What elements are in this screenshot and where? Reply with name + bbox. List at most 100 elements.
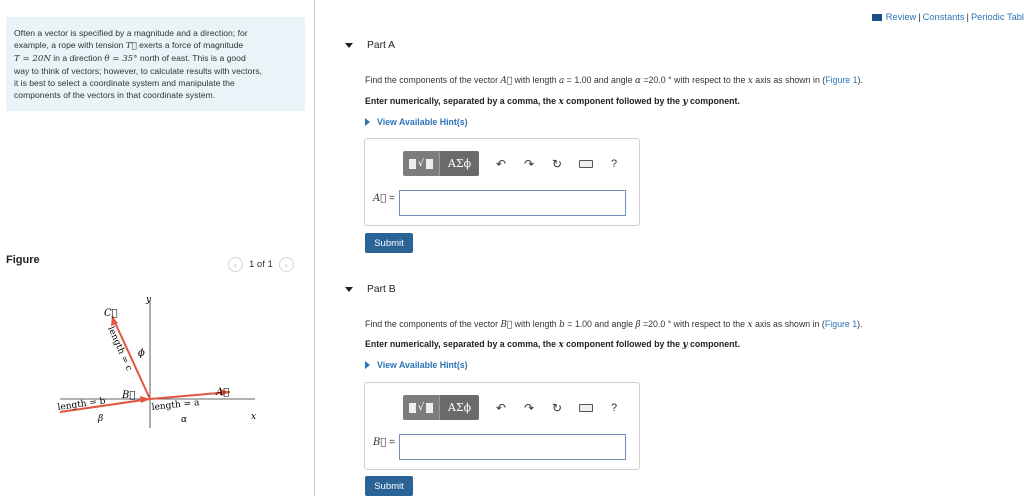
figure-title: Figure xyxy=(6,254,40,266)
intro-line: way to think of vectors; however, to cal… xyxy=(14,66,262,76)
part-a-submit-button[interactable]: Submit xyxy=(365,233,413,253)
vector-symbol: A⃗ xyxy=(500,76,513,86)
intro-text: Often a vector is specified by a magnitu… xyxy=(6,17,305,111)
help-icon[interactable]: ? xyxy=(611,158,617,170)
instruction-text: component followed by the xyxy=(563,339,683,349)
intro-text-span: exerts a force of magnitude xyxy=(136,40,244,50)
template-box xyxy=(408,402,416,413)
part-b-submit-button[interactable]: Submit xyxy=(365,476,413,496)
pager-text: 1 of 1 xyxy=(249,259,273,270)
chevron-down-icon[interactable] xyxy=(345,287,353,292)
instruction-text: Enter numerically, separated by a comma,… xyxy=(365,339,559,349)
book-icon xyxy=(871,14,882,22)
part-b-answer-box: √ ΑΣϕ ↶ ↷ ↻ ? B⃗ = xyxy=(364,382,640,470)
math-toolbar: √ ΑΣϕ ↶ ↷ ↻ ? xyxy=(403,151,617,176)
part-b-instructions: Enter numerically, separated by a comma,… xyxy=(365,339,740,350)
instruction-text: component followed by the xyxy=(563,96,683,106)
alpha-label: α xyxy=(181,415,187,425)
question-text: axis as shown in ( xyxy=(752,75,826,85)
math-toolbar: √ ΑΣϕ ↶ ↷ ↻ ? xyxy=(403,395,617,420)
question-text: ). xyxy=(857,319,863,329)
periodic-table-link[interactable]: Periodic Tabl xyxy=(971,12,1024,22)
length-a-label: length = a xyxy=(151,398,200,413)
x-axis-label: x xyxy=(251,412,256,422)
template-box xyxy=(426,402,434,413)
question-text: axis as shown in ( xyxy=(752,319,825,329)
chevron-right-icon[interactable]: › xyxy=(278,257,294,272)
question-text: Find the components of the vector xyxy=(365,319,501,329)
question-text: ). xyxy=(857,75,863,85)
toolbar-group: √ ΑΣϕ xyxy=(403,395,479,420)
chevron-down-icon[interactable] xyxy=(345,43,353,48)
templates-icon[interactable]: √ xyxy=(403,151,439,176)
top-links: Review | Constants | Periodic Tabl xyxy=(871,12,1024,22)
intro-text-span: in a direction xyxy=(50,53,105,63)
question-text: = 1.00 and angle xyxy=(564,319,636,329)
intro-text-span: north of east. This is a good xyxy=(137,53,246,63)
intro-line: T = 20N in a direction θ = 35° north of … xyxy=(14,52,297,65)
undo-icon[interactable]: ↶ xyxy=(495,157,507,171)
undo-icon[interactable]: ↶ xyxy=(495,401,507,415)
greek-symbols-icon[interactable]: ΑΣϕ xyxy=(439,151,479,176)
vector-figure: y x C⃗ length = c ϕ B⃗ length = b β A⃗ l… xyxy=(57,295,256,428)
keyboard-icon[interactable] xyxy=(579,159,593,168)
figure-pager: ‹ 1 of 1 › xyxy=(228,257,294,272)
part-a-header[interactable]: Part A xyxy=(345,40,395,51)
answer-input[interactable] xyxy=(399,190,626,216)
part-b-hint-toggle[interactable]: View Available Hint(s) xyxy=(365,360,468,370)
vector-c-label: C⃗ xyxy=(104,308,118,319)
phi-label: ϕ xyxy=(138,348,145,359)
beta-label: β xyxy=(97,414,103,424)
intro-text-span: example, a rope with tension xyxy=(14,40,126,50)
part-b-question: Find the components of the vector B⃗ wit… xyxy=(365,319,863,330)
instruction-text: component. xyxy=(687,96,740,106)
separator: | xyxy=(966,12,969,22)
left-panel: Often a vector is specified by a magnitu… xyxy=(0,0,314,496)
hint-label: View Available Hint(s) xyxy=(377,117,468,127)
caret-right-icon xyxy=(365,118,370,126)
reset-icon[interactable]: ↻ xyxy=(551,401,563,415)
greek-symbols-icon[interactable]: ΑΣϕ xyxy=(439,395,479,420)
tension-magnitude: T = 20N xyxy=(14,54,51,64)
review-link[interactable]: Review xyxy=(886,12,916,22)
y-axis-label: y xyxy=(145,295,152,305)
reset-icon[interactable]: ↻ xyxy=(551,157,563,171)
vector-b-label: B⃗ xyxy=(121,390,135,401)
part-a-hint-toggle[interactable]: View Available Hint(s) xyxy=(365,117,468,127)
figure-link[interactable]: Figure 1 xyxy=(825,75,857,85)
equals-sign: = xyxy=(386,437,395,448)
redo-icon[interactable]: ↷ xyxy=(523,401,535,415)
template-box xyxy=(408,158,416,169)
answer-input[interactable] xyxy=(399,434,626,460)
intro-line: example, a rope with tension T⃗ exerts a… xyxy=(14,39,297,52)
chevron-left-icon[interactable]: ‹ xyxy=(228,257,243,272)
tension-angle: θ = 35° xyxy=(104,54,138,64)
tension-vector-symbol: T⃗ xyxy=(125,41,137,51)
hint-label: View Available Hint(s) xyxy=(377,360,468,370)
answer-vector-symbol: A⃗ xyxy=(373,193,387,204)
help-icon[interactable]: ? xyxy=(611,402,617,414)
figure-link[interactable]: Figure 1 xyxy=(825,319,857,329)
keyboard-icon[interactable] xyxy=(579,403,593,412)
part-b-title: Part B xyxy=(367,284,396,295)
separator: | xyxy=(918,12,921,22)
question-text: with length xyxy=(512,319,560,329)
templates-icon[interactable]: √ xyxy=(403,395,439,420)
vector-a-label: A⃗ xyxy=(215,387,229,398)
part-b-header[interactable]: Part B xyxy=(345,284,396,295)
root-glyph: √ xyxy=(417,402,425,413)
question-text: =20.0 ° with respect to the xyxy=(640,75,748,85)
constants-link[interactable]: Constants xyxy=(923,12,965,22)
part-a-title: Part A xyxy=(367,40,396,51)
instruction-text: Enter numerically, separated by a comma,… xyxy=(365,96,559,106)
part-a-question: Find the components of the vector A⃗ wit… xyxy=(365,75,863,86)
intro-line: Often a vector is specified by a magnitu… xyxy=(14,28,248,38)
answer-label: A⃗ = xyxy=(373,193,395,204)
vector-symbol: B⃗ xyxy=(500,320,513,330)
panel-divider xyxy=(314,0,315,496)
template-box xyxy=(426,158,434,169)
question-text: with length xyxy=(512,75,560,85)
redo-icon[interactable]: ↷ xyxy=(523,157,535,171)
question-text: =20.0 ° with respect to the xyxy=(640,319,748,329)
answer-vector-symbol: B⃗ xyxy=(373,437,387,448)
